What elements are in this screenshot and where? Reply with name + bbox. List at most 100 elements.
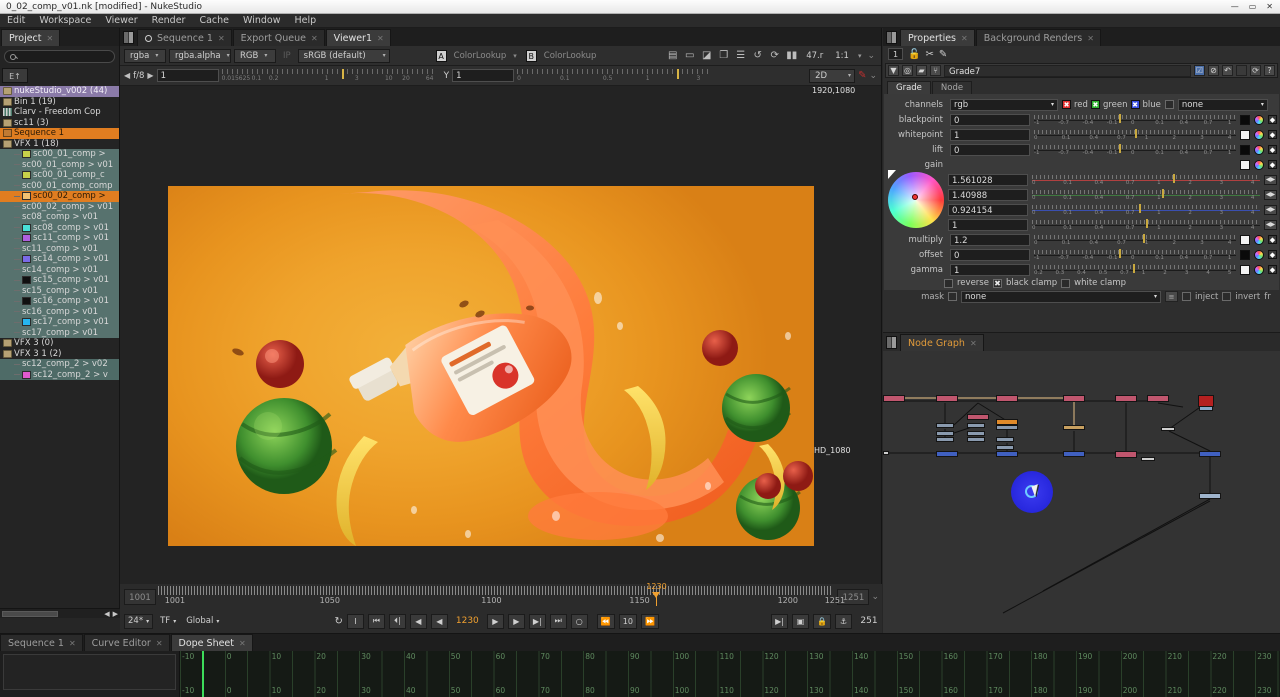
branch-icon[interactable]: ⑂ (930, 65, 941, 76)
a-lut-label[interactable]: ColorLookup (450, 51, 511, 61)
tree-item[interactable]: VFX 3 1 (2) (0, 349, 119, 360)
close-icon[interactable]: ✕ (156, 635, 163, 652)
menu-item-workspace[interactable]: Workspace (32, 14, 98, 28)
shuffle-node[interactable] (1063, 451, 1085, 457)
offset-swatch[interactable] (1240, 250, 1250, 260)
lift-anim-icon[interactable]: ◆ (1268, 145, 1277, 154)
tree-item[interactable]: sc16_comp > v01 (0, 296, 119, 307)
tree-item[interactable]: nukeStudio_v002 (44) (0, 86, 119, 97)
gain-slider[interactable]: 0.0156250.10.213102064 (222, 69, 437, 82)
fps-select[interactable]: 24* ▾ (124, 614, 153, 629)
tree-item[interactable]: sc11_comp > v01 (0, 233, 119, 244)
blackpoint-anim-icon[interactable]: ◆ (1268, 115, 1277, 124)
transform-node[interactable] (967, 423, 985, 428)
set-in-button[interactable]: I (347, 614, 364, 629)
lines-icon[interactable]: ☰ (735, 50, 746, 61)
merge-node[interactable] (1063, 395, 1085, 402)
gain-channel-input[interactable]: 1 (948, 219, 1028, 231)
dope-sheet-graph[interactable]: -100102030405060708090100110120130140150… (180, 651, 1280, 697)
write-node[interactable] (1198, 395, 1214, 407)
read-node[interactable] (936, 395, 958, 402)
tree-item[interactable]: Bin 1 (19) (0, 97, 119, 108)
grade-node[interactable] (967, 414, 989, 420)
whitepoint-colorwheel-icon[interactable] (1254, 130, 1264, 140)
tree-item[interactable]: sc15_comp > v01 (0, 286, 119, 297)
dot-node[interactable] (1161, 427, 1175, 431)
collapse-icon[interactable]: ⌄ (871, 592, 882, 602)
shuffle-node[interactable] (996, 451, 1018, 457)
transform-node[interactable] (967, 437, 985, 442)
param-slider[interactable]: -1-0.7-0.4-0.100.10.40.71 (1034, 249, 1236, 261)
arrow-icon[interactable]: ▼ (888, 65, 899, 76)
dope-sheet-tracklist[interactable] (0, 651, 180, 697)
slider-handle[interactable] (1119, 144, 1121, 153)
pen-icon[interactable]: ✎ (858, 70, 866, 81)
gamma-input[interactable]: 1 (950, 264, 1030, 276)
tree-item[interactable]: sc00_01_comp_c (0, 170, 119, 181)
gain-input[interactable]: 1 (157, 69, 219, 82)
new-bin-button[interactable]: E↑ (2, 68, 28, 83)
white-clamp-checkbox[interactable] (1061, 279, 1070, 288)
tree-item[interactable]: sc00_02_comp > v01 (0, 202, 119, 213)
slider-handle[interactable] (1135, 129, 1137, 138)
layer-select[interactable]: rgba ▾ (124, 49, 166, 63)
tab-dope-sheet[interactable]: Dope Sheet✕ (171, 634, 253, 651)
last-frame-button[interactable]: ⏭ (550, 614, 567, 629)
whitepoint-input[interactable]: 1 (950, 129, 1030, 141)
close-icon[interactable]: ✕ (970, 335, 977, 352)
fwd-step-button[interactable]: ⏩ (641, 614, 659, 629)
mask-select[interactable]: none ▾ (961, 291, 1161, 303)
param-slider[interactable]: 00.10.40.71234 (1032, 174, 1260, 186)
mask-checkbox[interactable] (1165, 100, 1174, 109)
tab-sequence-1[interactable]: Sequence 1✕ (0, 634, 83, 651)
gain-channel-input[interactable]: 1.40988 (948, 189, 1028, 201)
blur-node[interactable] (996, 425, 1018, 430)
tab-background-renders[interactable]: Background Renders✕ (976, 29, 1101, 46)
ip-button[interactable]: IP (279, 49, 295, 63)
close-icon[interactable]: ✕ (69, 635, 76, 652)
refresh-icon[interactable]: ↺ (752, 50, 763, 61)
loop-icon[interactable]: ↻ (334, 616, 342, 627)
tree-item[interactable]: VFX 3 (0) (0, 338, 119, 349)
slider-handle[interactable] (1133, 264, 1135, 273)
dope-sheet-ruler-bottom[interactable]: -100102030405060708090100110120130140150… (180, 685, 1280, 697)
tree-item[interactable]: sc14_comp > v01 (0, 254, 119, 265)
tree-item[interactable]: sc08_comp > v01 (0, 223, 119, 234)
project-hscrollbar[interactable]: ◀ ▶ (0, 608, 120, 618)
gain-expand-icon[interactable]: ◀▶ (1264, 205, 1277, 215)
tree-item[interactable]: sc16_comp > v01 (0, 307, 119, 318)
search-input[interactable] (4, 50, 115, 63)
gamma-colorwheel-icon[interactable] (1254, 265, 1264, 275)
revert-icon[interactable]: ⟳ (1250, 65, 1261, 76)
colorspace-select[interactable]: sRGB (default) ▾ (298, 49, 390, 63)
gate-icon[interactable]: ⟳ (769, 50, 780, 61)
tree-item[interactable]: sc17_comp > v01 (0, 317, 119, 328)
tab-node-graph[interactable]: Node Graph ✕ (900, 334, 984, 351)
color-wheel[interactable] (888, 172, 944, 228)
multiply-input[interactable]: 1.2 (950, 234, 1030, 246)
channels-select[interactable]: rgb ▾ (950, 99, 1058, 111)
tree-item[interactable]: sc17_comp > v01 (0, 328, 119, 339)
tab-sequence-1[interactable]: Sequence 1✕ (137, 29, 232, 46)
param-slider[interactable]: 00.10.40.71234 (1032, 219, 1260, 231)
gain-expand-icon[interactable]: ◀▶ (1264, 175, 1277, 185)
close-icon[interactable]: ✕ (311, 30, 318, 47)
slider-handle[interactable] (1143, 234, 1145, 243)
mask-channel-select[interactable]: none ▾ (1178, 99, 1268, 111)
menu-item-window[interactable]: Window (236, 14, 287, 28)
step-back-button[interactable]: ◀ (410, 614, 427, 629)
multiply-swatch[interactable] (1240, 235, 1250, 245)
red-toggle[interactable]: ✖ (1062, 100, 1071, 109)
blackpoint-colorwheel-icon[interactable] (1254, 115, 1264, 125)
blue-toggle[interactable]: ✖ (1131, 100, 1140, 109)
tab-curve-editor[interactable]: Curve Editor✕ (84, 634, 170, 651)
anchor-icon[interactable]: ⚓ (835, 614, 852, 629)
slider-handle[interactable] (1139, 204, 1141, 213)
wipe-icon[interactable]: ◪ (701, 50, 712, 61)
close-icon[interactable]: ✕ (239, 635, 246, 652)
reverse-checkbox[interactable] (944, 279, 953, 288)
dot-node[interactable] (1141, 457, 1155, 461)
close-icon[interactable]: ✕ (961, 30, 968, 47)
blank-icon[interactable] (1236, 65, 1247, 76)
whitepoint-swatch[interactable] (1240, 130, 1250, 140)
